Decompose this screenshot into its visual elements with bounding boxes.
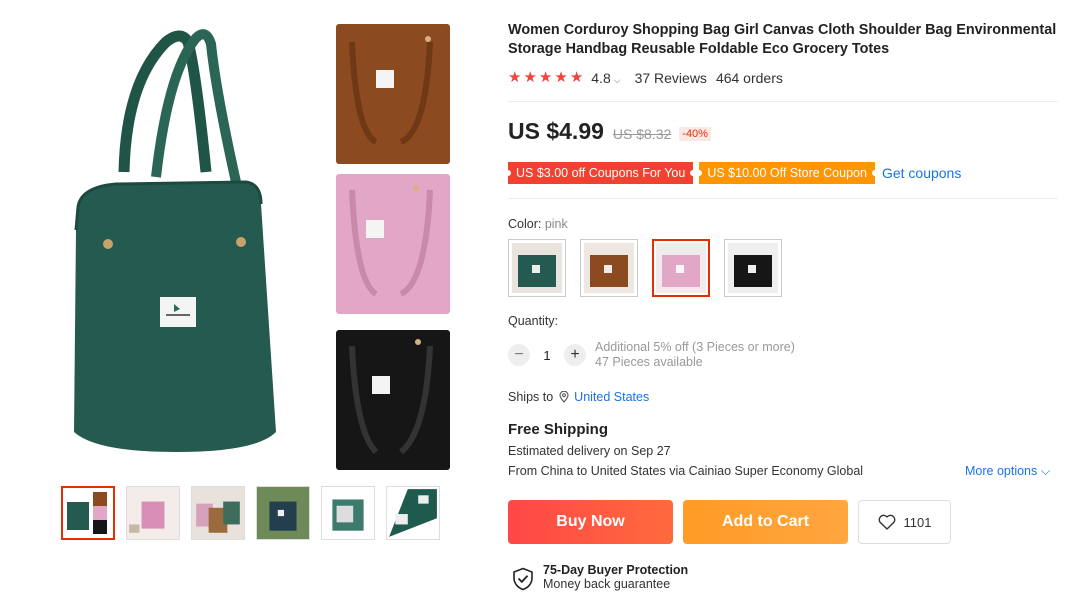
route-from-label: From	[508, 464, 541, 478]
product-title: Women Corduroy Shopping Bag Girl Canvas …	[508, 22, 1057, 57]
reviews-link[interactable]: 37 Reviews	[635, 70, 707, 86]
star-icon: ★	[569, 69, 584, 86]
location-pin-icon	[559, 391, 569, 403]
route-via: via Cainiao Super Economy Global	[665, 464, 864, 478]
color-swatch-pink[interactable]	[652, 239, 710, 297]
rating-value[interactable]: 4.8 ⌵	[591, 70, 620, 86]
ships-to-row: Ships to United States	[508, 390, 649, 404]
get-coupons-link[interactable]: Get coupons	[882, 165, 961, 181]
quantity-value[interactable]: 1	[530, 348, 564, 363]
star-icon: ★	[538, 69, 553, 86]
thumbnail-5[interactable]	[321, 486, 375, 540]
discount-badge: -40%	[679, 127, 711, 141]
more-options-text: More options	[965, 464, 1038, 478]
thumbnail-2[interactable]	[126, 486, 180, 540]
color-swatch-green[interactable]	[508, 239, 566, 297]
current-price: US $4.99	[508, 118, 604, 144]
color-selected-value: pink	[544, 217, 568, 231]
thumbnail-1[interactable]	[61, 486, 115, 540]
orders-count: 464 orders	[715, 70, 783, 86]
bulk-discount-text: Additional 5% off (3 Pieces or more)	[595, 340, 795, 354]
original-price: US $8.32	[612, 126, 672, 142]
rating-stars: ★ ★ ★ ★ ★	[508, 70, 583, 86]
more-options-link[interactable]: More options ⌵	[965, 464, 1050, 479]
color-label: Color: pink	[508, 217, 568, 231]
coupon-row: US $3.00 off Coupons For You US $10.00 O…	[504, 162, 961, 184]
star-icon: ★	[508, 69, 522, 86]
chevron-down-icon: ⌵	[1040, 464, 1051, 478]
price-row: US $4.99 US $8.32 -40%	[508, 118, 711, 145]
wishlist-count: 1101	[903, 514, 932, 530]
main-product-image[interactable]	[56, 12, 456, 476]
wishlist-button[interactable]: 1101	[858, 500, 951, 544]
divider	[508, 101, 1058, 102]
coupon-for-you[interactable]: US $3.00 off Coupons For You	[504, 162, 697, 184]
color-label-text: Color:	[508, 217, 542, 231]
color-swatch-brown[interactable]	[580, 239, 638, 297]
store-coupon[interactable]: US $10.00 Off Store Coupon	[696, 162, 878, 184]
protection-subtitle: Money back guarantee	[543, 577, 671, 591]
route-from: China	[540, 464, 574, 478]
shield-check-icon	[513, 567, 533, 591]
rating-number: 4.8	[591, 70, 611, 86]
shipping-route: From China to United States via Cainiao …	[508, 464, 863, 478]
pieces-available-text: 47 Pieces available	[595, 355, 703, 369]
quantity-info: Additional 5% off (3 Pieces or more) 47 …	[595, 340, 795, 370]
buyer-protection: 75-Day Buyer Protection Money back guara…	[512, 563, 688, 591]
estimated-delivery: Estimated delivery on Sep 27	[508, 444, 671, 458]
chevron-down-icon: ⌵	[613, 75, 621, 85]
rating-row: ★ ★ ★ ★ ★ 4.8 ⌵ 37 Reviews 464 orders	[508, 70, 783, 87]
route-to-label: to	[573, 464, 591, 478]
protection-title: 75-Day Buyer Protection	[543, 563, 689, 577]
add-to-cart-button[interactable]: Add to Cart	[683, 500, 848, 544]
quantity-decrease-button[interactable]: −	[508, 344, 530, 366]
thumbnail-strip	[61, 486, 440, 540]
ships-to-label: Ships to	[508, 390, 554, 404]
color-swatches	[508, 239, 782, 297]
divider	[508, 198, 1058, 199]
est-label: Estimated delivery on	[508, 444, 631, 458]
star-icon: ★	[554, 69, 568, 86]
buy-now-button[interactable]: Buy Now	[508, 500, 673, 544]
quantity-stepper: − 1 + Additional 5% off (3 Pieces or mor…	[508, 340, 795, 370]
color-swatch-black[interactable]	[724, 239, 782, 297]
heart-icon	[878, 514, 895, 530]
star-icon: ★	[523, 69, 537, 86]
ships-to-country[interactable]: United States	[574, 390, 649, 404]
thumbnail-6[interactable]	[386, 486, 440, 540]
thumbnail-3[interactable]	[191, 486, 245, 540]
quantity-increase-button[interactable]: +	[564, 344, 586, 366]
quantity-label: Quantity:	[508, 314, 559, 328]
thumbnail-4[interactable]	[256, 486, 310, 540]
route-to: United States	[590, 464, 666, 478]
est-date: Sep 27	[630, 444, 671, 458]
free-shipping-label: Free Shipping	[508, 421, 609, 438]
